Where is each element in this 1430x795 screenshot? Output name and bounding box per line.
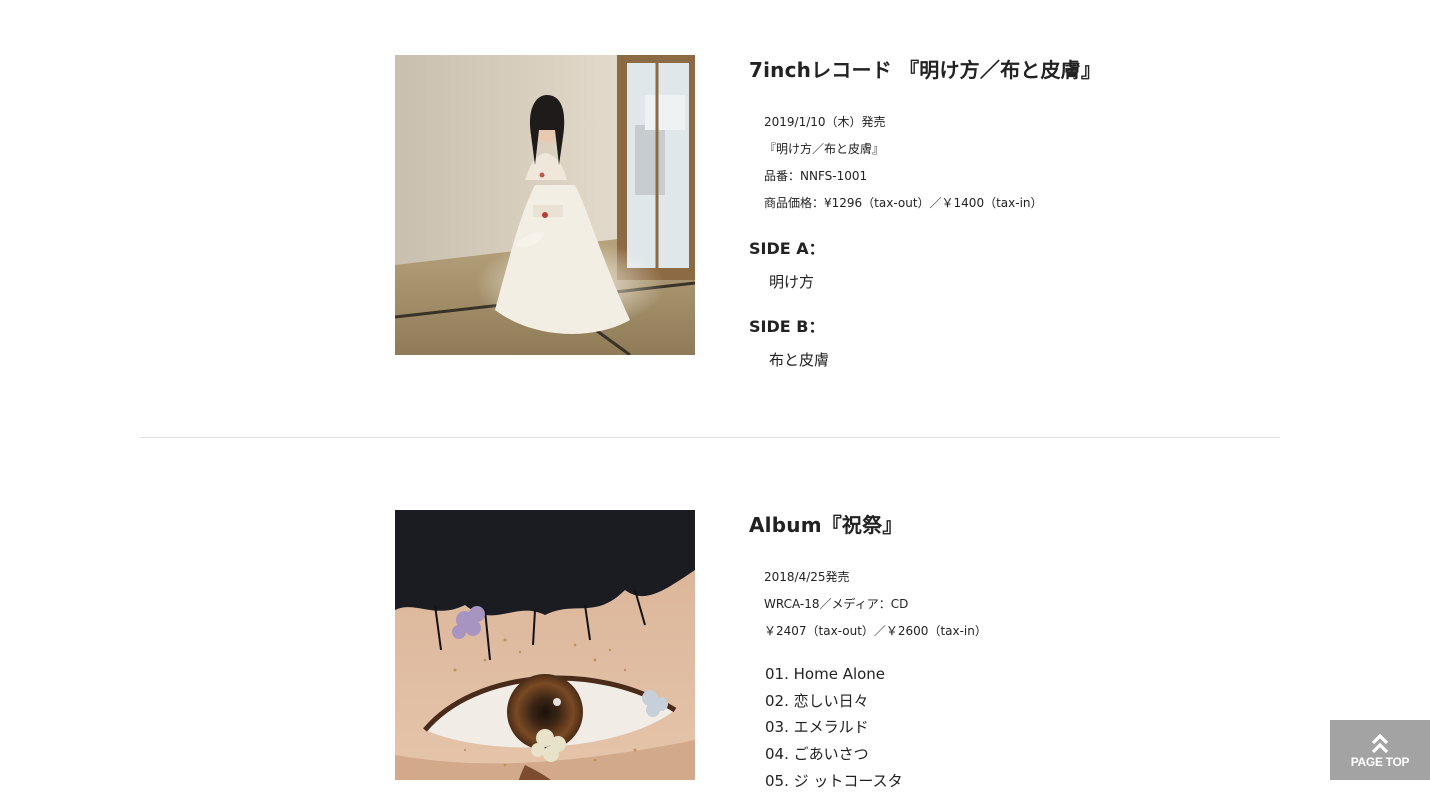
double-chevron-up-icon: [1371, 734, 1389, 754]
cover-photo-woman-in-tatami-room: [395, 55, 695, 355]
side-a-track: 明け方: [769, 273, 815, 291]
release-date: 2018/4/25発売: [764, 570, 850, 584]
page-top-label: PAGE TOP: [1350, 755, 1410, 769]
price: ￥2407（tax-out）／￥2600（tax-in）: [764, 624, 987, 638]
release-date: 2019/1/10（木）発売: [764, 115, 886, 129]
section-divider: [140, 437, 1280, 438]
release-meta: 2018/4/25発売 WRCA-18／メディア：CD ￥2407（tax-ou…: [764, 564, 987, 645]
track-item: 01. Home Alone: [765, 665, 886, 683]
side-a-label: SIDE A：: [749, 239, 825, 258]
catalog-number: 品番：NNFS-1001: [764, 169, 868, 183]
side-b-track: 布と皮膚: [769, 351, 830, 369]
release-title: Album『祝祭』: [749, 513, 903, 537]
release-meta: 2019/1/10（木）発売 『明け方／布と皮膚』 品番：NNFS-1001 商…: [764, 109, 1043, 217]
release-info-7inch: 7inchレコード 『明け方／布と皮膚』 2019/1/10（木）発売 『明け方…: [749, 55, 1309, 369]
track-item: 05. ジ ットコースタ: [765, 771, 903, 790]
cover-photo-eye-closeup: [395, 510, 695, 780]
track-list: 01. Home Alone 02. 恋しい日々 03. エメラルド 04. ご…: [765, 661, 903, 795]
price: 商品価格：¥1296（tax-out）／￥1400（tax-in）: [764, 196, 1043, 210]
catalog-number: WRCA-18／メディア：CD: [764, 597, 909, 611]
release-name: 『明け方／布と皮膚』: [764, 142, 885, 156]
release-title: 7inchレコード 『明け方／布と皮膚』: [749, 58, 1102, 82]
page-top-button[interactable]: PAGE TOP: [1330, 720, 1430, 780]
track-item: 02. 恋しい日々: [765, 691, 869, 710]
cover-image-7inch: [395, 55, 695, 355]
track-item: 03. エメラルド: [765, 718, 869, 737]
release-info-album: Album『祝祭』 2018/4/25発売 WRCA-18／メディア：CD ￥2…: [749, 510, 1309, 790]
track-item: 04. ごあいさつ: [765, 745, 869, 764]
side-b-label: SIDE B：: [749, 317, 825, 336]
cover-image-album: [395, 510, 695, 780]
